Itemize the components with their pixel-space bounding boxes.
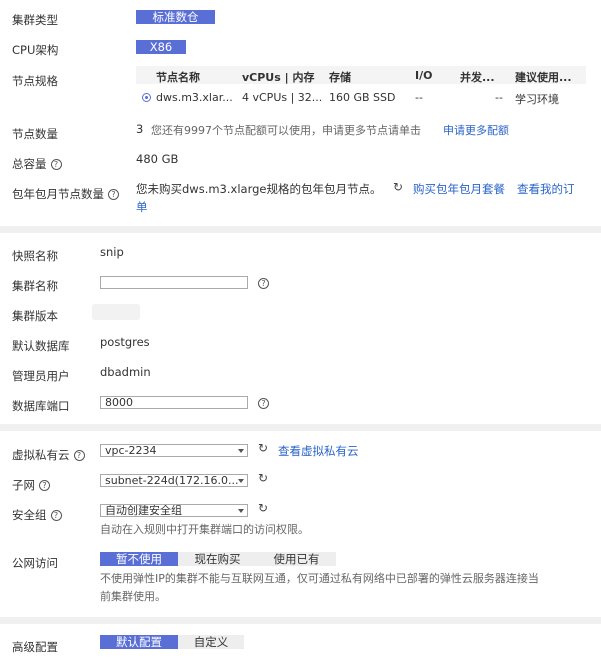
cluster-name-label: 集群名称	[12, 279, 58, 293]
apply-quota-link[interactable]: 申请更多配额	[443, 122, 509, 138]
help-icon[interactable]: ?	[73, 450, 85, 461]
cluster-version-label: 集群版本	[12, 309, 58, 323]
public-access-option-buy[interactable]: 现在购买	[178, 552, 257, 566]
help-icon[interactable]: ?	[258, 398, 269, 409]
cell-node-name: dws.m3.xlar...	[156, 91, 233, 104]
subnet-select[interactable]: subnet-224d(172.16.0...	[100, 474, 248, 487]
section-divider	[0, 617, 601, 624]
security-group-label: 安全组?	[12, 507, 62, 523]
refresh-icon[interactable]: ↻	[258, 441, 268, 455]
public-access-option-none[interactable]: 暂不使用	[100, 552, 178, 566]
vpc-select[interactable]: vpc-2234	[100, 444, 248, 457]
node-spec-radio[interactable]	[142, 93, 151, 102]
col-io: I/O	[415, 69, 433, 82]
col-storage: 存储	[329, 71, 351, 84]
yearly-nodes-text: 您未购买dws.m3.xlarge规格的包年包月节点。	[136, 182, 382, 196]
view-vpc-link[interactable]: 查看虚拟私有云	[278, 443, 359, 459]
security-group-value: 自动创建安全组	[105, 504, 182, 517]
total-capacity-value: 480 GB	[136, 152, 179, 166]
col-recommended: 建议使用...	[515, 71, 572, 84]
public-access-label: 公网访问	[12, 556, 58, 570]
col-vcpus-mem: vCPUs | 内存	[242, 71, 315, 84]
refresh-icon[interactable]: ↻	[258, 471, 268, 485]
help-icon[interactable]: ?	[50, 510, 62, 521]
public-access-option-existing[interactable]: 使用已有	[257, 552, 336, 566]
chevron-down-icon	[238, 479, 244, 483]
advanced-config-label: 高级配置	[12, 640, 58, 654]
public-access-hint-2: 前集群使用。	[100, 590, 166, 603]
vpc-label: 虚拟私有云?	[12, 447, 85, 463]
snapshot-name-value: snip	[100, 245, 124, 259]
view-orders-link-wrap[interactable]: 单	[136, 199, 148, 215]
help-icon[interactable]: ?	[108, 189, 119, 200]
view-orders-link[interactable]: 查看我的订	[517, 181, 575, 197]
db-port-input[interactable]: 8000	[100, 396, 248, 409]
security-group-select[interactable]: 自动创建安全组	[100, 504, 248, 517]
public-access-hint-1: 不使用弹性IP的集群不能与互联网互通，仅可通过私有网络中已部署的弹性云服务器连接…	[100, 572, 539, 585]
refresh-icon[interactable]: ↻	[258, 501, 268, 515]
cpu-arch-tag: X86	[136, 40, 186, 54]
chevron-down-icon	[238, 509, 244, 513]
subnet-value: subnet-224d(172.16.0...	[105, 474, 239, 487]
yearly-nodes-label: 包年包月节点数量?	[12, 186, 119, 202]
db-port-label: 数据库端口	[12, 399, 70, 413]
cluster-type-tag: 标准数仓	[136, 10, 215, 24]
subnet-label: 子网?	[12, 477, 50, 493]
total-capacity-label: 总容量?	[12, 156, 62, 172]
cluster-version-value	[92, 304, 140, 320]
admin-user-label: 管理员用户	[12, 369, 70, 383]
default-db-label: 默认数据库	[12, 339, 70, 353]
chevron-down-icon	[238, 449, 244, 453]
section-divider	[0, 226, 601, 233]
snapshot-name-label: 快照名称	[12, 249, 58, 263]
node-spec-label: 节点规格	[12, 74, 58, 88]
cluster-name-help[interactable]: ?	[258, 276, 269, 290]
cluster-name-input[interactable]	[100, 276, 248, 289]
refresh-icon[interactable]: ↻	[393, 180, 403, 194]
help-icon[interactable]: ?	[258, 278, 269, 289]
advanced-option-custom[interactable]: 自定义	[178, 635, 244, 649]
admin-user-value: dbadmin	[100, 365, 151, 379]
node-quota-text: 您还有9997个节点配额可以使用，申请更多节点请单击	[151, 124, 421, 137]
cell-storage: 160 GB SSD	[329, 91, 396, 104]
section-divider	[0, 424, 601, 431]
buy-yearly-link[interactable]: 购买包年包月套餐	[413, 181, 505, 197]
help-icon[interactable]: ?	[50, 159, 62, 170]
cell-vcpus-mem: 4 vCPUs | 32...	[242, 91, 323, 104]
cell-recommended: 学习环境	[515, 93, 559, 106]
default-db-value: postgres	[100, 335, 150, 349]
cell-io: --	[415, 91, 423, 104]
advanced-option-default[interactable]: 默认配置	[100, 635, 178, 649]
vpc-value: vpc-2234	[105, 444, 157, 457]
cpu-arch-label: CPU架构	[12, 43, 59, 57]
cluster-type-label: 集群类型	[12, 13, 58, 27]
col-concurrency: 并发...	[460, 71, 495, 84]
security-group-hint: 自动在入规则中打开集群端口的访问权限。	[100, 523, 309, 536]
cell-concurrency: --	[495, 91, 503, 104]
col-node-name: 节点名称	[156, 71, 200, 84]
help-icon[interactable]: ?	[39, 480, 50, 491]
db-port-help[interactable]: ?	[258, 396, 269, 410]
node-count-value: 3	[136, 122, 144, 136]
node-count-label: 节点数量	[12, 127, 58, 141]
